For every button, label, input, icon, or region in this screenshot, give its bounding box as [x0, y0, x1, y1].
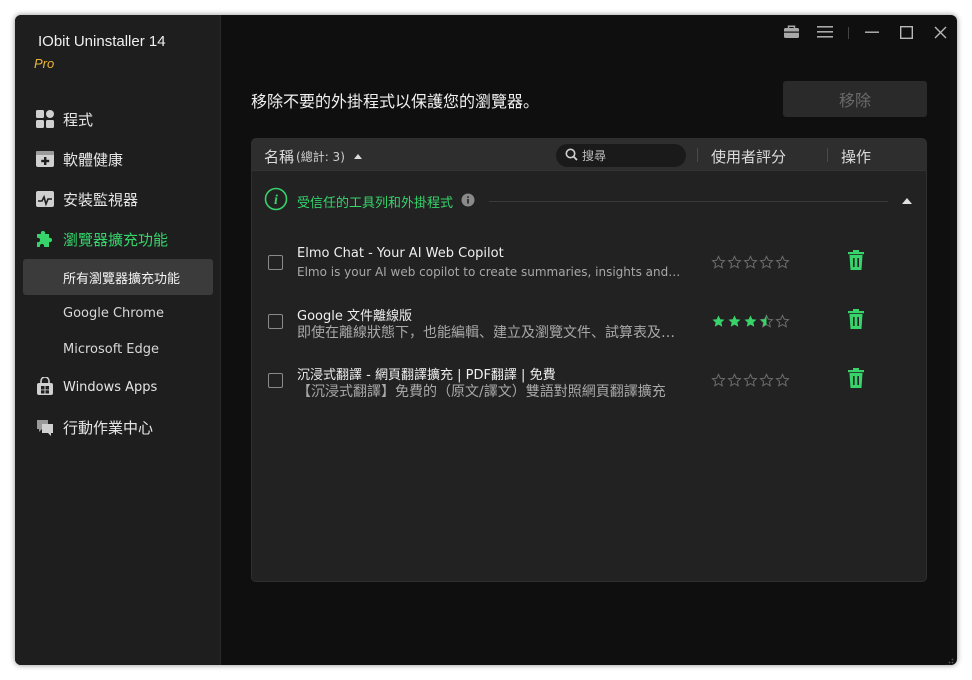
- sidebar-item-label: 安裝監視器: [63, 190, 139, 209]
- table-row: Google 文件離線版 即使在離線狀態下，也能編輯、建立及瀏覽文件、試算表及簡…: [252, 297, 926, 349]
- star-empty-icon: [743, 255, 758, 269]
- resize-grip-icon[interactable]: [944, 652, 954, 665]
- trusted-group-header[interactable]: i 受信任的工具列和外掛程式: [264, 187, 914, 215]
- sort-by-name-header[interactable]: 名稱 (總計: 3): [264, 146, 362, 167]
- app-window: IObit Uninstaller 14 Pro 程式 軟體健康 安裝監視器 瀏…: [15, 15, 957, 665]
- row-checkbox[interactable]: [268, 255, 283, 270]
- help-info-icon[interactable]: [461, 192, 475, 211]
- subitem-google-chrome[interactable]: Google Chrome: [15, 295, 221, 331]
- total-count: (總計: 3): [296, 150, 345, 164]
- star-empty-icon: [775, 373, 790, 387]
- subitem-all-extensions[interactable]: 所有瀏覽器擴充功能: [23, 259, 213, 295]
- sidebar: IObit Uninstaller 14 Pro 程式 軟體健康 安裝監視器 瀏…: [15, 15, 221, 665]
- star-empty-icon: [711, 255, 726, 269]
- rating-stars: [711, 255, 791, 269]
- sidebar-item-windows-apps[interactable]: Windows Apps: [15, 367, 221, 407]
- delete-button[interactable]: [846, 309, 866, 333]
- sidebar-item-software-health[interactable]: 軟體健康: [15, 139, 221, 179]
- sidebar-nav: 程式 軟體健康 安裝監視器 瀏覽器擴充功能 所有瀏覽器擴充功能 Google C…: [15, 99, 221, 447]
- header-divider: [697, 148, 698, 162]
- extension-description: Elmo is your AI web copilot to create su…: [297, 265, 682, 279]
- app-edition: Pro: [34, 56, 55, 71]
- star-empty-icon: [743, 373, 758, 387]
- windows-apps-icon: [35, 377, 55, 397]
- sidebar-item-label: Windows Apps: [63, 379, 158, 395]
- trash-icon: [848, 250, 864, 274]
- app-title: IObit Uninstaller 14: [38, 33, 166, 50]
- star-empty-icon: [759, 255, 774, 269]
- page-title: 移除不要的外掛程式以保護您的瀏覽器。: [251, 92, 540, 111]
- main-content: 移除不要的外掛程式以保護您的瀏覽器。 移除 名稱 (總計: 3) 使用者評分: [222, 15, 957, 665]
- name-header-label: 名稱: [264, 148, 295, 166]
- action-header: 操作: [841, 148, 872, 166]
- sort-ascending-icon: [353, 154, 362, 159]
- rating-stars: [711, 314, 791, 328]
- svg-text:i: i: [274, 193, 278, 208]
- install-monitor-icon: [35, 189, 55, 209]
- table-row: Elmo Chat - Your AI Web Copilot Elmo is …: [252, 238, 926, 290]
- extension-name: Elmo Chat - Your AI Web Copilot: [297, 246, 504, 261]
- star-empty-icon: [727, 255, 742, 269]
- header-divider: [827, 148, 828, 162]
- star-half-icon: [759, 314, 774, 328]
- trash-icon: [848, 309, 864, 333]
- star-empty-icon: [711, 373, 726, 387]
- row-checkbox[interactable]: [268, 373, 283, 388]
- rating-stars: [711, 373, 791, 387]
- row-checkbox[interactable]: [268, 314, 283, 329]
- rating-header: 使用者評分: [711, 148, 787, 166]
- group-title: 受信任的工具列和外掛程式: [297, 195, 454, 211]
- extensions-panel: 名稱 (總計: 3) 使用者評分 操作 i: [251, 138, 927, 582]
- software-health-icon: [35, 149, 55, 169]
- table-header: 名稱 (總計: 3) 使用者評分 操作: [252, 139, 926, 171]
- star-empty-icon: [759, 373, 774, 387]
- extension-description: 即使在離線狀態下，也能編輯、建立及瀏覽文件、試算表及簡報: [297, 325, 682, 341]
- star-empty-icon: [775, 314, 790, 328]
- subitem-microsoft-edge[interactable]: Microsoft Edge: [15, 331, 221, 367]
- group-divider: [489, 200, 888, 202]
- puzzle-icon: [35, 229, 55, 249]
- star-full-icon: [728, 315, 741, 327]
- extension-description: 【沉浸式翻譯】免費的（原文/譯文）雙語對照網頁翻譯擴充: [297, 384, 666, 400]
- star-empty-icon: [727, 373, 742, 387]
- programs-icon: [35, 109, 55, 129]
- sidebar-item-browser-extensions[interactable]: 瀏覽器擴充功能: [15, 219, 221, 259]
- star-full-icon: [712, 315, 725, 327]
- star-full-icon: [744, 315, 757, 327]
- search-icon: [565, 146, 578, 165]
- action-center-icon: [35, 417, 55, 437]
- search-box: [556, 144, 686, 167]
- trash-icon: [848, 368, 864, 392]
- sidebar-item-programs[interactable]: 程式: [15, 99, 221, 139]
- table-row: 沉浸式翻譯 - 網頁翻譯擴充 | PDF翻譯 | 免費 【沉浸式翻譯】免費的（原…: [252, 356, 926, 408]
- remove-button[interactable]: 移除: [783, 81, 927, 117]
- sidebar-item-install-monitor[interactable]: 安裝監視器: [15, 179, 221, 219]
- sidebar-item-label: 程式: [63, 110, 94, 129]
- sidebar-item-label: 軟體健康: [63, 150, 124, 169]
- star-empty-icon: [775, 255, 790, 269]
- collapse-icon: [902, 198, 912, 204]
- sidebar-item-label: 瀏覽器擴充功能: [63, 230, 169, 249]
- delete-button[interactable]: [846, 250, 866, 274]
- info-circle-icon: i: [264, 187, 288, 215]
- search-input[interactable]: [582, 148, 677, 163]
- delete-button[interactable]: [846, 368, 866, 392]
- sidebar-item-label: 行動作業中心: [63, 418, 154, 437]
- sidebar-item-action-center[interactable]: 行動作業中心: [15, 407, 221, 447]
